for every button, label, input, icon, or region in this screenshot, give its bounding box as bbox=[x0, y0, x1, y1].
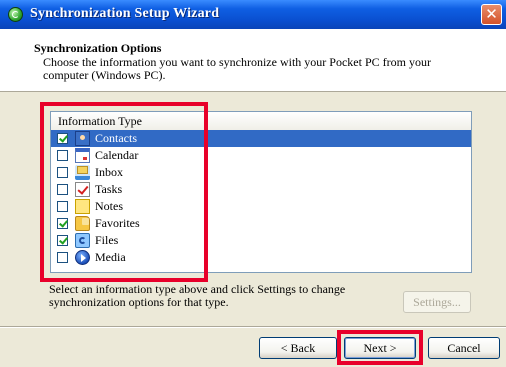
list-item-files[interactable]: Files bbox=[51, 232, 471, 249]
tasks-checkbox[interactable] bbox=[57, 184, 68, 195]
wizard-window: Synchronization Setup Wizard ✕ Synchroni… bbox=[0, 0, 506, 367]
tasks-icon bbox=[75, 182, 90, 197]
list-item-label: Favorites bbox=[95, 216, 140, 230]
sync-app-icon bbox=[8, 7, 23, 22]
list-item-inbox[interactable]: Inbox bbox=[51, 164, 471, 181]
next-button[interactable]: Next > bbox=[344, 337, 416, 359]
window-title: Synchronization Setup Wizard bbox=[30, 6, 220, 21]
list-item-label: Notes bbox=[95, 199, 123, 213]
list-item-label: Calendar bbox=[95, 148, 139, 162]
favorites-checkbox[interactable] bbox=[57, 218, 68, 229]
settings-hint: Select an information type above and cli… bbox=[49, 282, 346, 309]
files-icon bbox=[75, 233, 90, 248]
page-title: Synchronization Options bbox=[34, 41, 162, 55]
footer-divider bbox=[0, 326, 506, 328]
settings-button[interactable]: Settings... bbox=[403, 291, 471, 313]
cancel-button[interactable]: Cancel bbox=[428, 337, 500, 359]
list-item-contacts[interactable]: Contacts bbox=[51, 130, 471, 147]
calendar-checkbox[interactable] bbox=[57, 150, 68, 161]
list-item-calendar[interactable]: Calendar bbox=[51, 147, 471, 164]
column-header-label: Information Type bbox=[58, 114, 142, 128]
media-checkbox[interactable] bbox=[57, 252, 68, 263]
list-item-label: Media bbox=[95, 250, 126, 264]
contacts-checkbox[interactable] bbox=[57, 133, 68, 144]
inbox-checkbox[interactable] bbox=[57, 167, 68, 178]
calendar-icon bbox=[75, 148, 90, 163]
title-bar[interactable]: Synchronization Setup Wizard ✕ bbox=[0, 0, 506, 29]
files-checkbox[interactable] bbox=[57, 235, 68, 246]
wizard-header: Synchronization Options Choose the infor… bbox=[0, 29, 506, 92]
close-icon: ✕ bbox=[485, 5, 498, 23]
close-button[interactable]: ✕ bbox=[481, 4, 502, 25]
information-type-list[interactable]: Information Type Contacts Calendar Inbox… bbox=[50, 111, 472, 273]
list-item-tasks[interactable]: Tasks bbox=[51, 181, 471, 198]
list-item-label: Files bbox=[95, 233, 119, 247]
list-item-media[interactable]: Media bbox=[51, 249, 471, 266]
back-button[interactable]: < Back bbox=[259, 337, 337, 359]
contacts-icon bbox=[75, 131, 90, 146]
list-item-favorites[interactable]: Favorites bbox=[51, 215, 471, 232]
notes-icon bbox=[75, 199, 90, 214]
notes-checkbox[interactable] bbox=[57, 201, 68, 212]
list-item-label: Contacts bbox=[95, 131, 137, 145]
media-icon bbox=[75, 250, 90, 265]
column-header-information-type[interactable]: Information Type bbox=[51, 112, 471, 131]
favorites-icon bbox=[75, 216, 90, 231]
list-item-label: Inbox bbox=[95, 165, 123, 179]
inbox-icon bbox=[75, 165, 90, 180]
page-description: Choose the information you want to synch… bbox=[43, 55, 431, 82]
list-item-label: Tasks bbox=[95, 182, 123, 196]
list-item-notes[interactable]: Notes bbox=[51, 198, 471, 215]
